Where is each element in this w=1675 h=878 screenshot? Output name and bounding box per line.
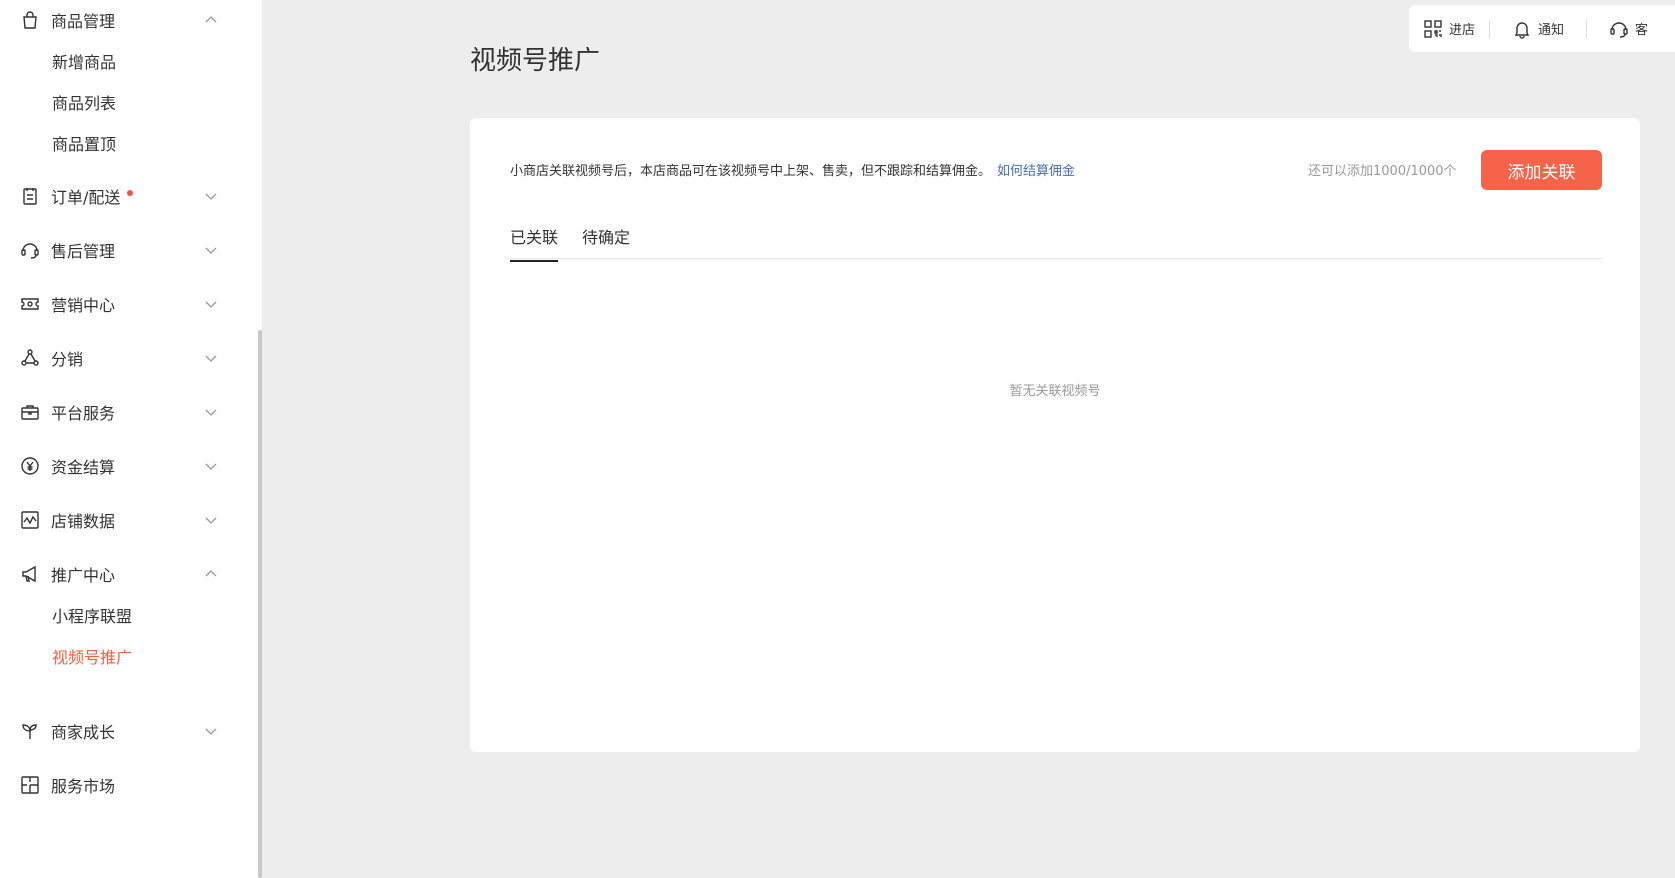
chevron-down-icon[interactable]	[204, 724, 218, 738]
chevron-down-icon[interactable]	[204, 189, 218, 203]
yuan-circle-icon	[20, 456, 40, 476]
qr-code-icon	[1424, 19, 1442, 38]
menu-label: 资金结算	[51, 458, 116, 477]
empty-state-text: 暂无关联视频号	[1009, 384, 1101, 399]
briefcase-icon	[20, 402, 40, 422]
menu-label: 营销中心	[51, 296, 116, 315]
menu-label: 推广中心	[51, 566, 116, 585]
tab-bar: 已关联 待确定	[510, 214, 1602, 262]
menu-header-merchant-growth[interactable]: 商家成长	[0, 711, 258, 751]
chevron-down-icon[interactable]	[204, 297, 218, 311]
submenu-item-product-pin[interactable]: 商品置顶	[0, 122, 258, 163]
page-title: 视频号推广	[470, 46, 601, 76]
chevron-down-icon[interactable]	[204, 243, 218, 257]
menu-header-marketing[interactable]: 营销中心	[0, 284, 258, 324]
menu-header-store-data[interactable]: 店铺数据	[0, 500, 258, 540]
bell-icon	[1514, 21, 1530, 39]
notifications-label: 通知	[1538, 23, 1565, 38]
menu-group-settlement: 资金结算	[0, 446, 258, 486]
puzzle-frame-icon	[20, 775, 40, 795]
quota-text: 还可以添加1000/1000个	[1308, 164, 1457, 179]
top-action-bar: 进店 通知 客	[1409, 5, 1675, 52]
commission-help-link[interactable]: 如何结算佣金	[997, 164, 1075, 179]
menu-label: 服务市场	[51, 777, 116, 796]
tab-pending[interactable]: 待确定	[582, 224, 630, 260]
add-association-button[interactable]: 添加关联	[1481, 150, 1602, 190]
submenu-item-miniprogram-alliance[interactable]: 小程序联盟	[0, 594, 258, 635]
clipboard-icon	[20, 186, 40, 206]
menu-label: 分销	[51, 350, 84, 369]
chart-frame-icon	[20, 510, 40, 530]
menu-label: 商品管理	[51, 12, 116, 31]
menu-label: 店铺数据	[51, 512, 116, 531]
menu-group-after-sales: 售后管理	[0, 230, 258, 270]
chevron-up-icon[interactable]	[204, 567, 218, 581]
ticket-icon	[20, 294, 40, 314]
chevron-down-icon[interactable]	[204, 405, 218, 419]
menu-group-platform-service: 平台服务	[0, 392, 258, 432]
menu-group-distribution: 分销	[0, 338, 258, 378]
enter-store-button[interactable]: 进店	[1409, 5, 1489, 52]
submenu-item-channels-promotion[interactable]: 视频号推广	[0, 635, 258, 676]
menu-group-store-data: 店铺数据	[0, 500, 258, 540]
sidebar: 商品管理 新增商品 商品列表 商品置顶 订单/配送 售后管理 营销中心 分销 平…	[0, 0, 262, 878]
tab-associated[interactable]: 已关联	[510, 224, 559, 262]
menu-group-promotion: 推广中心 小程序联盟 视频号推广	[0, 554, 258, 676]
enter-store-label: 进店	[1449, 23, 1476, 38]
share-nodes-icon	[20, 348, 40, 368]
menu-group-marketing: 营销中心	[0, 284, 258, 324]
menu-group-product: 商品管理 新增商品 商品列表 商品置顶	[0, 0, 258, 163]
headset-icon	[1610, 21, 1628, 38]
submenu-item-add-product[interactable]: 新增商品	[0, 40, 258, 81]
customer-service-button[interactable]: 客	[1587, 5, 1662, 52]
chevron-down-icon[interactable]	[204, 513, 218, 527]
notifications-button[interactable]: 通知	[1490, 5, 1586, 52]
menu-group-orders: 订单/配送	[0, 176, 258, 216]
notice-text: 小商店关联视频号后，本店商品可在该视频号中上架、售卖，但不跟踪和结算佣金。 如何结…	[510, 160, 1075, 179]
menu-header-service-market[interactable]: 服务市场	[0, 765, 258, 805]
chevron-down-icon[interactable]	[204, 459, 218, 473]
sidebar-scrollbar-thumb[interactable]	[258, 330, 262, 878]
menu-group-service-market: 服务市场	[0, 765, 258, 805]
headset-icon	[20, 240, 40, 260]
notice-message: 小商店关联视频号后，本店商品可在该视频号中上架、售卖，但不跟踪和结算佣金。	[510, 164, 992, 179]
menu-label: 商家成长	[51, 723, 116, 742]
content-card: 小商店关联视频号后，本店商品可在该视频号中上架、售卖，但不跟踪和结算佣金。 如何结…	[470, 118, 1640, 752]
menu-group-merchant-growth: 商家成长	[0, 711, 258, 751]
menu-header-orders[interactable]: 订单/配送	[0, 176, 258, 216]
notification-dot	[127, 190, 134, 196]
chevron-up-icon[interactable]	[204, 13, 218, 27]
menu-header-distribution[interactable]: 分销	[0, 338, 258, 378]
bag-icon	[20, 10, 40, 30]
menu-label: 平台服务	[51, 404, 116, 423]
submenu-item-product-list[interactable]: 商品列表	[0, 81, 258, 122]
menu-header-promotion[interactable]: 推广中心	[0, 554, 258, 594]
menu-header-platform-service[interactable]: 平台服务	[0, 392, 258, 432]
sprout-icon	[20, 721, 40, 741]
customer-service-label: 客	[1635, 23, 1649, 38]
chevron-down-icon[interactable]	[204, 351, 218, 365]
megaphone-icon	[20, 564, 40, 584]
menu-header-after-sales[interactable]: 售后管理	[0, 230, 258, 270]
menu-label: 售后管理	[51, 242, 116, 261]
menu-header-settlement[interactable]: 资金结算	[0, 446, 258, 486]
menu-header-product[interactable]: 商品管理	[0, 0, 258, 40]
menu-label: 订单/配送	[51, 188, 121, 207]
